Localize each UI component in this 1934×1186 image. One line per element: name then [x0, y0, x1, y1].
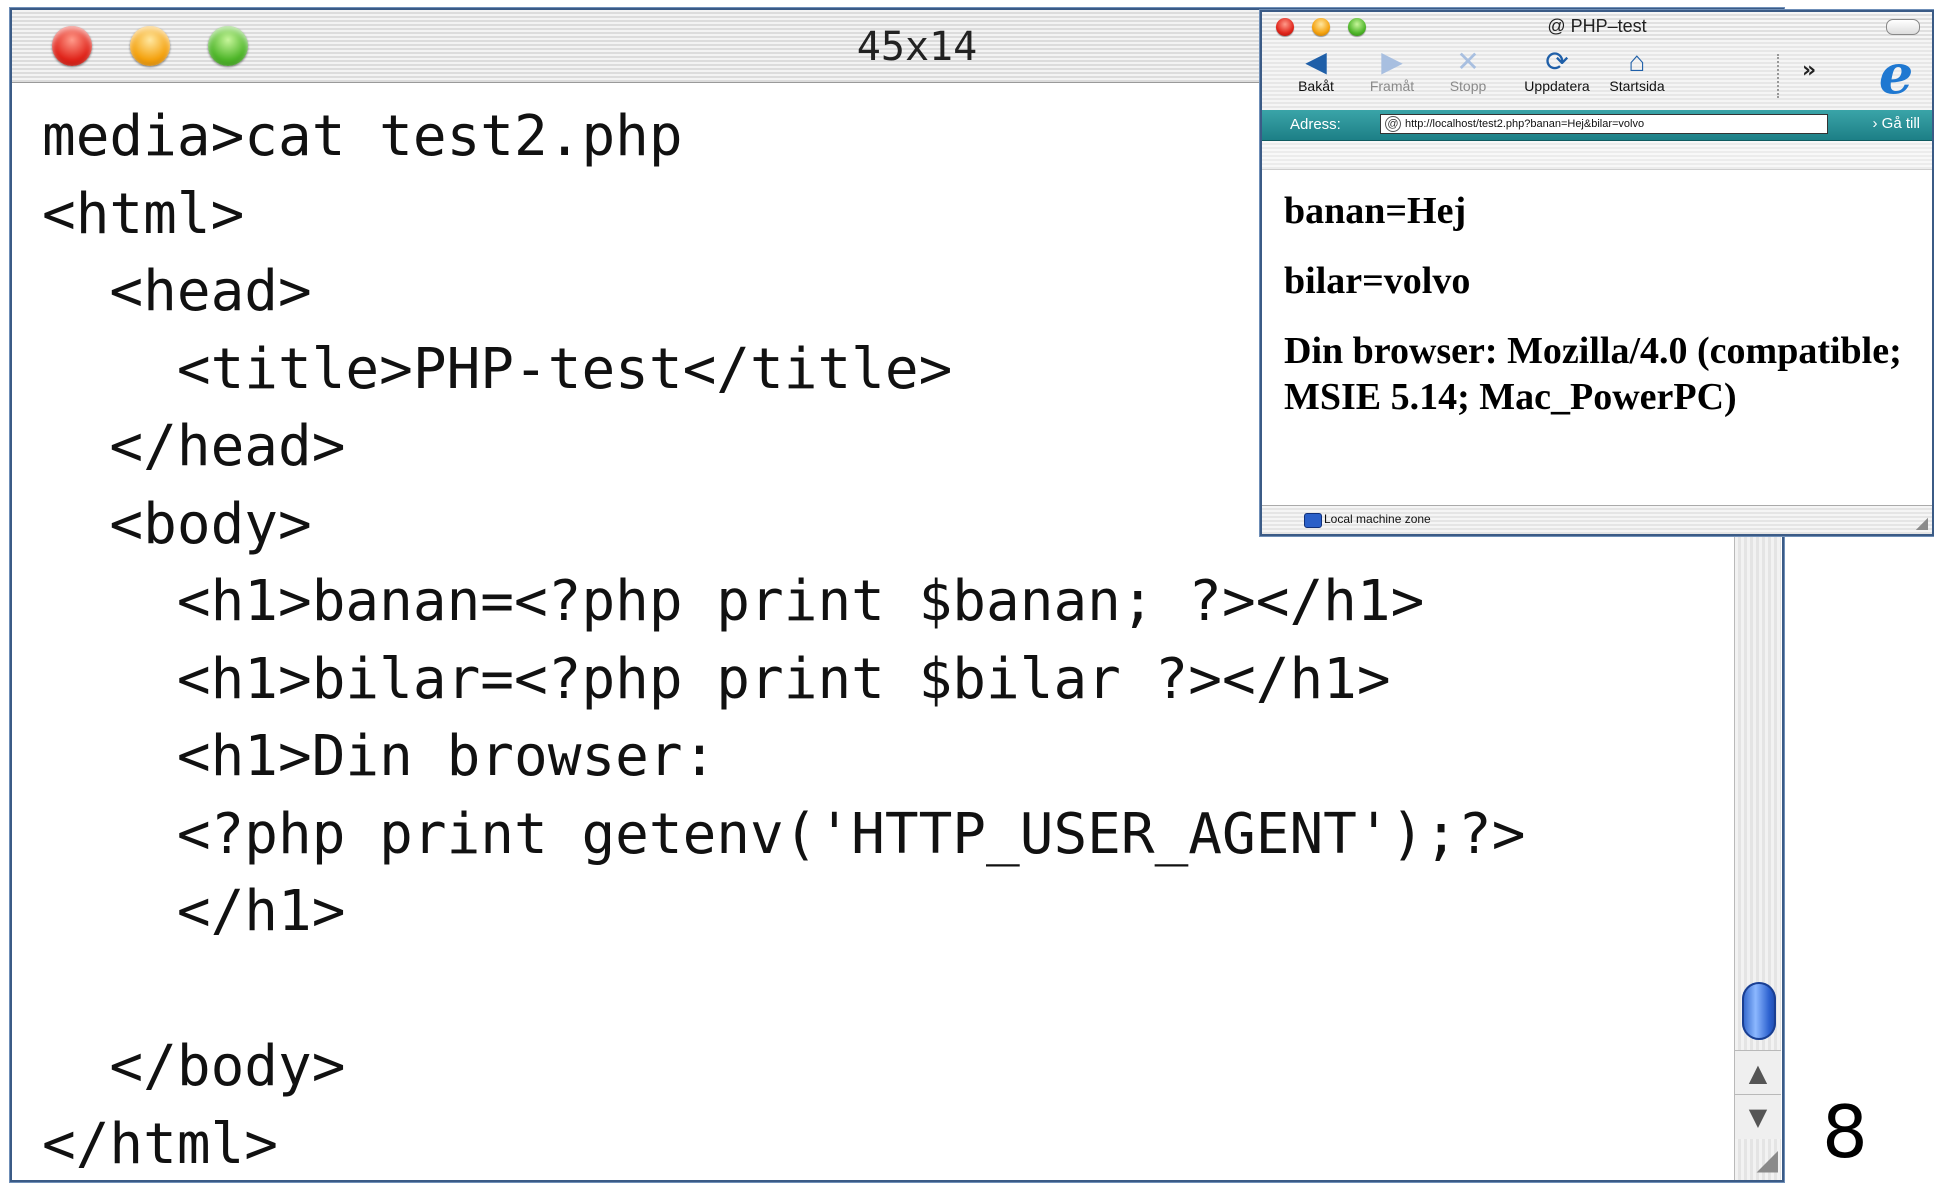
forward-arrow-icon: ▶ [1381, 46, 1403, 77]
address-label: Adress: [1290, 116, 1341, 133]
page-heading-bilar: bilar=volvo [1284, 260, 1471, 302]
scroll-down-arrow-icon[interactable]: ▼ [1735, 1094, 1781, 1139]
resize-grip-icon[interactable]: ◢ [1916, 513, 1928, 532]
scroll-up-arrow-icon[interactable]: ▲ [1735, 1050, 1781, 1095]
url-at-icon: @ [1385, 116, 1401, 132]
favorites-bar [1262, 141, 1932, 170]
address-value: http://localhost/test2.php?banan=Hej&bil… [1405, 118, 1645, 130]
slide-number: 8 [1822, 1090, 1868, 1174]
stop-x-icon: ✕ [1456, 46, 1480, 77]
page-content: banan=Hej bilar=volvo Din browser: Mozil… [1284, 188, 1904, 444]
zone-label: Local machine zone [1324, 512, 1431, 526]
back-button[interactable]: ◀ Bakåt [1276, 46, 1356, 94]
forward-label: Framåt [1369, 78, 1415, 94]
browser-titlebar[interactable]: @ PHP–test [1262, 12, 1932, 40]
refresh-label: Uppdatera [1524, 78, 1590, 94]
home-label: Startsida [1609, 78, 1665, 94]
ie-logo-icon: e [1878, 42, 1914, 106]
terminal-line: </h1> [42, 879, 346, 944]
address-bar: Adress: @ http://localhost/test2.php?ban… [1262, 110, 1932, 141]
terminal-line: <h1>Din browser: [42, 724, 717, 789]
address-input[interactable]: @ http://localhost/test2.php?banan=Hej&b… [1380, 114, 1828, 134]
scrollbar-thumb[interactable] [1742, 982, 1776, 1040]
browser-window: @ PHP–test ◀ Bakåt ▶ Framåt ✕ Stopp ⟳ Up… [1260, 10, 1934, 536]
terminal-line: </body> [42, 1034, 346, 1099]
page-heading-banan: banan=Hej [1284, 190, 1467, 232]
refresh-icon: ⟳ [1545, 46, 1569, 77]
resize-grip-icon[interactable]: ◢ [1756, 1143, 1778, 1176]
browser-toolbar: ◀ Bakåt ▶ Framåt ✕ Stopp ⟳ Uppdatera ⌂ S… [1262, 40, 1932, 111]
refresh-button[interactable]: ⟳ Uppdatera [1510, 46, 1604, 94]
terminal-line: <h1>banan=<?php print $banan; ?></h1> [42, 569, 1425, 634]
browser-title: @ PHP–test [1547, 16, 1647, 36]
home-icon: ⌂ [1628, 46, 1646, 77]
more-buttons-icon[interactable]: » [1802, 58, 1816, 83]
status-bar: Local machine zone ◢ [1262, 505, 1932, 534]
terminal-line: </html> [42, 1111, 279, 1177]
page-heading-browser: Din browser: Mozilla/4.0 (compatible; MS… [1284, 330, 1902, 418]
stop-label: Stopp [1449, 78, 1487, 94]
back-arrow-icon: ◀ [1305, 46, 1327, 77]
terminal-line: <?php print getenv('HTTP_USER_AGENT');?> [42, 801, 1526, 867]
stop-button[interactable]: ✕ Stopp [1428, 46, 1508, 94]
forward-button[interactable]: ▶ Framåt [1352, 46, 1432, 94]
computer-zone-icon [1304, 513, 1322, 528]
toolbar-separator [1777, 54, 1779, 98]
terminal-line: <h1>bilar=<?php print $bilar ?></h1> [42, 646, 1391, 712]
back-label: Bakåt [1298, 78, 1334, 94]
go-button[interactable]: › Gå till [1872, 115, 1920, 132]
toolbar-toggle-button[interactable] [1886, 19, 1920, 35]
home-button[interactable]: ⌂ Startsida [1594, 46, 1680, 94]
